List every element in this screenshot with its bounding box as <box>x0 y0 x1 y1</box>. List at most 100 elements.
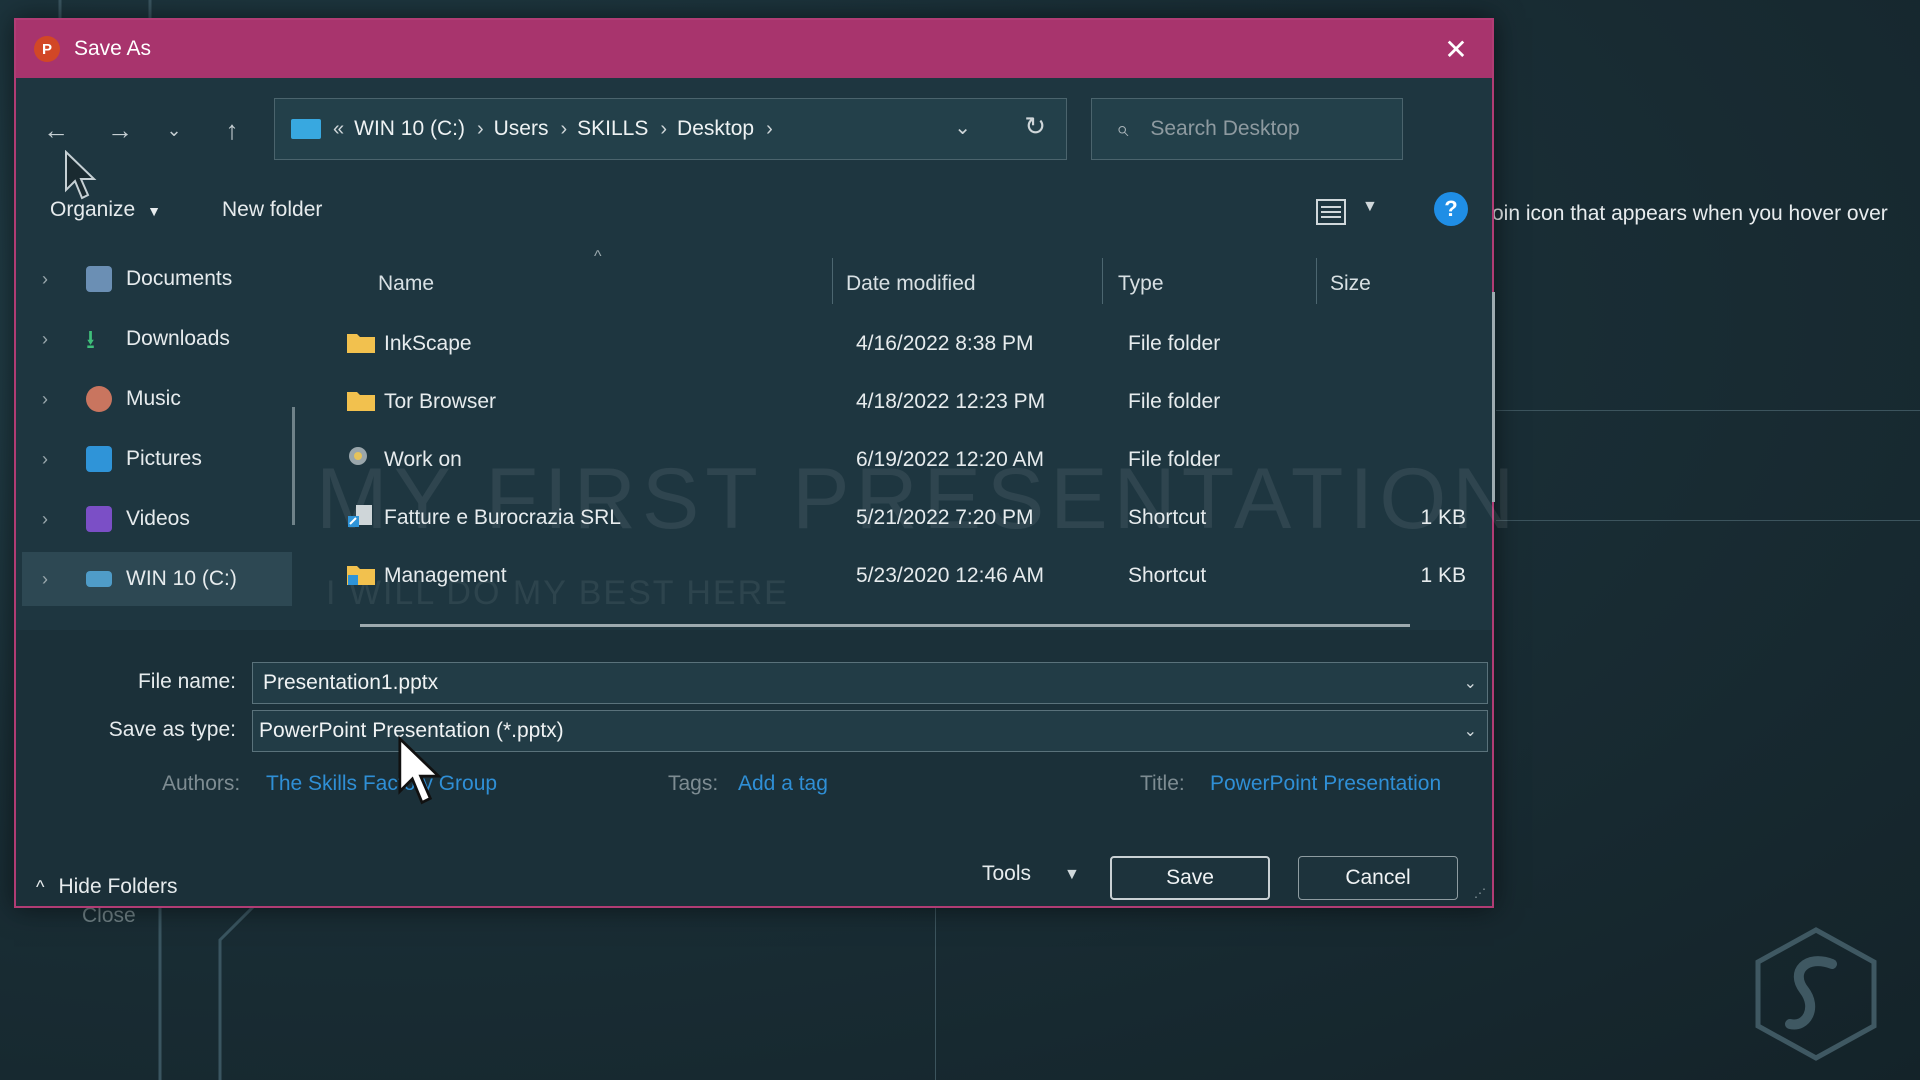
background-divider <box>1496 410 1920 411</box>
authors-field[interactable]: The Skills Factory Group <box>266 772 497 796</box>
file-date: 4/16/2022 8:38 PM <box>856 332 1034 355</box>
column-divider[interactable] <box>832 258 833 304</box>
vertical-scrollbar[interactable] <box>1492 292 1495 502</box>
tags-field[interactable]: Add a tag <box>738 772 828 796</box>
expand-chevron-icon[interactable]: › <box>42 569 72 590</box>
root-chevrons[interactable]: « <box>333 118 344 141</box>
search-input[interactable]: Search Desktop <box>1150 117 1299 141</box>
mouse-pointer-icon <box>398 736 443 805</box>
shortcut-icon <box>348 505 372 527</box>
close-icon[interactable]: ✕ <box>1436 29 1476 69</box>
column-divider[interactable] <box>1102 258 1103 304</box>
file-name: Work on <box>384 448 462 471</box>
nav-item-pictures[interactable]: › Pictures <box>22 432 292 486</box>
file-name: Tor Browser <box>384 390 497 413</box>
tools-dropdown-icon[interactable]: ▼ <box>1064 866 1080 884</box>
downloads-icon: ⭳ <box>86 324 96 354</box>
navigation-scrollbar[interactable] <box>292 407 295 525</box>
column-divider[interactable] <box>1316 258 1317 304</box>
file-size: 1 KB <box>1420 506 1466 529</box>
file-type: File folder <box>1128 448 1221 471</box>
chevron-up-icon: ^ <box>36 876 45 897</box>
powerpoint-icon: P <box>34 36 60 62</box>
column-header-size[interactable]: Size <box>1330 272 1371 296</box>
view-options-icon[interactable] <box>1316 198 1346 226</box>
save-as-dialog: P Save As ✕ ← → ⌄ ↑ « WIN 10 (C:) › User… <box>14 18 1514 908</box>
table-row[interactable]: InkScape 4/16/2022 8:38 PM File folder <box>346 316 1466 372</box>
column-header-date[interactable]: Date modified <box>846 272 976 296</box>
nav-item-downloads[interactable]: › ⭳ Downloads <box>22 312 292 366</box>
file-date: 4/18/2022 12:23 PM <box>856 390 1046 413</box>
breadcrumb-separator[interactable]: › <box>477 118 484 141</box>
back-arrow-icon[interactable]: ← <box>36 110 76 150</box>
breadcrumb-users[interactable]: Users <box>494 117 549 141</box>
help-icon[interactable]: ? <box>1434 192 1468 226</box>
resize-grip-icon[interactable]: ⋰ <box>1474 886 1486 900</box>
folder-icon <box>347 334 375 353</box>
background-divider <box>935 908 936 1080</box>
save-type-label: Save as type: <box>108 718 236 741</box>
nav-item-label: Downloads <box>126 327 230 350</box>
nav-item-win10-drive[interactable]: › WIN 10 (C:) <box>22 552 292 606</box>
file-date: 5/23/2020 12:46 AM <box>856 564 1044 587</box>
file-name-field[interactable]: Presentation1.pptx ⌄ <box>252 662 1488 704</box>
title-field[interactable]: PowerPoint Presentation <box>1210 772 1441 796</box>
column-header-type[interactable]: Type <box>1118 272 1164 296</box>
table-row[interactable]: Management 5/23/2020 12:46 AM Shortcut 1… <box>346 548 1466 604</box>
nav-item-videos[interactable]: › Videos <box>22 492 292 546</box>
expand-chevron-icon[interactable]: › <box>42 269 72 290</box>
breadcrumb-skills[interactable]: SKILLS <box>577 117 648 141</box>
recent-locations-chevron-icon[interactable]: ⌄ <box>154 110 194 150</box>
nav-item-label: Videos <box>126 507 190 530</box>
breadcrumb-separator[interactable]: › <box>766 118 773 141</box>
column-header-name[interactable]: Name <box>378 272 434 296</box>
refresh-icon[interactable]: ↻ <box>1024 111 1046 142</box>
new-folder-button[interactable]: New folder <box>222 198 322 222</box>
horizontal-scrollbar[interactable] <box>360 624 1410 627</box>
drive-icon <box>291 119 321 139</box>
command-bar: Organize ▼ New folder ▼ ? <box>16 188 1492 238</box>
hide-folders-button[interactable]: ^ Hide Folders <box>36 875 178 899</box>
title-bar[interactable]: P Save As ✕ <box>16 20 1492 78</box>
address-dropdown-icon[interactable]: ⌄ <box>954 115 971 140</box>
expand-chevron-icon[interactable]: › <box>42 389 72 410</box>
brand-logo <box>1755 927 1877 1061</box>
tools-button[interactable]: Tools <box>982 862 1031 886</box>
breadcrumb-separator[interactable]: › <box>660 118 667 141</box>
up-arrow-icon[interactable]: ↑ <box>212 110 252 150</box>
mouse-pointer-icon <box>65 150 97 200</box>
music-icon <box>86 386 112 412</box>
save-options-panel: File name: Presentation1.pptx ⌄ Save as … <box>16 630 1492 906</box>
breadcrumb-separator[interactable]: › <box>560 118 567 141</box>
breadcrumb-desktop[interactable]: Desktop <box>677 117 754 141</box>
view-dropdown-icon[interactable]: ▼ <box>1362 198 1378 216</box>
table-row[interactable]: Tor Browser 4/18/2022 12:23 PM File fold… <box>346 374 1466 430</box>
folder-shortcut-icon <box>347 566 375 585</box>
expand-chevron-icon[interactable]: › <box>42 509 72 530</box>
nav-item-documents[interactable]: › Documents <box>22 252 292 306</box>
breadcrumb-drive[interactable]: WIN 10 (C:) <box>354 117 465 141</box>
cancel-button[interactable]: Cancel <box>1298 856 1458 900</box>
file-name: Management <box>384 564 507 587</box>
search-box[interactable]: ⌕ Search Desktop <box>1091 98 1403 160</box>
table-row[interactable]: Fatture e Burocrazia SRL 5/21/2022 7:20 … <box>346 490 1466 546</box>
address-bar[interactable]: « WIN 10 (C:) › Users › SKILLS › Desktop… <box>274 98 1067 160</box>
chevron-down-icon[interactable]: ⌄ <box>1464 673 1477 693</box>
file-type: Shortcut <box>1128 506 1207 529</box>
pictures-icon <box>86 446 112 472</box>
file-list: MY FIRST PRESENTATION I WILL DO MY BEST … <box>316 248 1514 642</box>
file-type: Shortcut <box>1128 564 1207 587</box>
forward-arrow-icon[interactable]: → <box>100 110 140 150</box>
file-name-value[interactable]: Presentation1.pptx <box>263 671 438 695</box>
table-row[interactable]: Work on 6/19/2022 12:20 AM File folder <box>346 432 1466 488</box>
chevron-down-icon[interactable]: ⌄ <box>1464 721 1477 741</box>
documents-icon <box>86 266 112 292</box>
videos-icon <box>86 506 112 532</box>
navigation-pane: › Documents › ⭳ Downloads › Music › Pict… <box>16 252 306 642</box>
file-date: 5/21/2022 7:20 PM <box>856 506 1034 529</box>
nav-item-music[interactable]: › Music <box>22 372 292 426</box>
expand-chevron-icon[interactable]: › <box>42 329 72 350</box>
save-button[interactable]: Save <box>1110 856 1270 900</box>
expand-chevron-icon[interactable]: › <box>42 449 72 470</box>
navigation-row: ← → ⌄ ↑ « WIN 10 (C:) › Users › SKILLS ›… <box>16 98 1492 162</box>
